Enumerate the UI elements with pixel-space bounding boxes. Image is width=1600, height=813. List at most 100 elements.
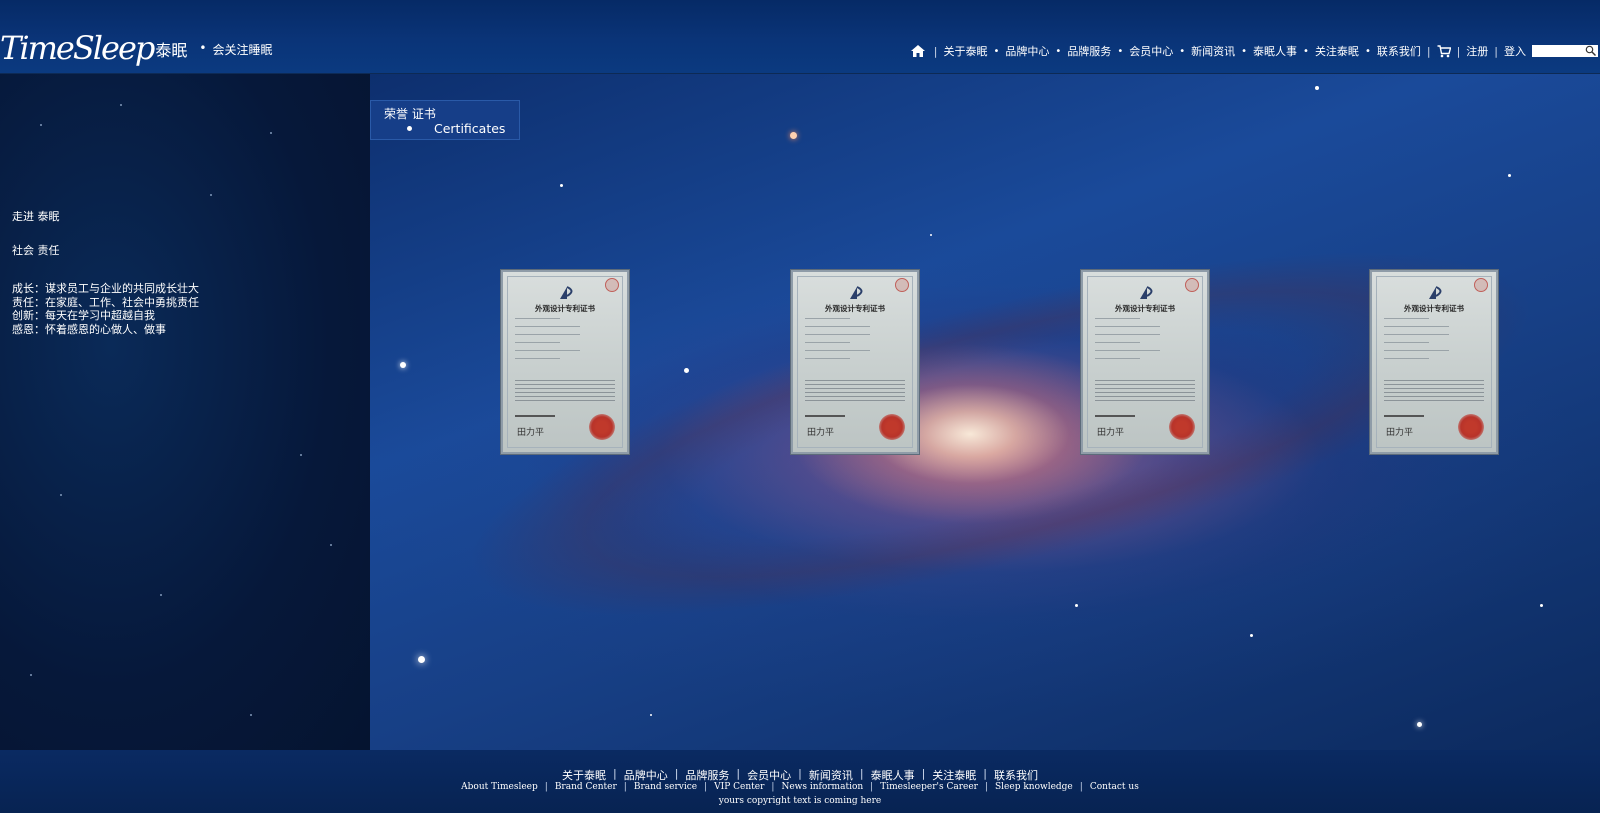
certificate-title: 外观设计专利证书: [535, 304, 595, 313]
red-seal-icon: [1458, 414, 1484, 440]
bullet-icon: [407, 126, 412, 131]
star-decoration: [330, 544, 332, 546]
site-logo[interactable]: TimeSleep 泰眠 • 会关注睡眠: [0, 30, 272, 66]
certificate-title: 外观设计专利证书: [825, 304, 885, 313]
footer-link-careers[interactable]: 泰眠人事: [871, 767, 915, 783]
certificate-signature: 田力平: [807, 428, 835, 438]
login-link[interactable]: 登入: [1504, 43, 1526, 59]
logo-chinese: 泰眠: [155, 41, 188, 60]
footer-separator: |: [736, 767, 741, 780]
value-gratitude: 感恩：怀着感恩的心做人、做事: [12, 322, 166, 336]
seal-icon: [895, 278, 909, 292]
tab-certificates[interactable]: Certificates: [407, 121, 505, 136]
nav-item-news[interactable]: 新闻资讯: [1191, 43, 1235, 59]
footer-link-news[interactable]: 新闻资讯: [809, 767, 853, 783]
footer-separator: |: [984, 782, 989, 792]
site-header: TimeSleep 泰眠 • 会关注睡眠 | 关于泰眠 • 品牌中心 • 品牌服…: [0, 0, 1600, 74]
star-decoration: [1540, 604, 1543, 607]
star-decoration: [418, 656, 425, 663]
nav-dot: •: [1303, 45, 1309, 57]
seal-icon: [1185, 278, 1199, 292]
footer-link-contact[interactable]: 联系我们: [994, 767, 1038, 783]
sidebar-link-about[interactable]: 走进 泰眠: [12, 208, 60, 224]
nav-dot: •: [1241, 45, 1248, 57]
footer-link-follow[interactable]: 关注泰眠: [932, 767, 976, 783]
patent-office-logo-icon: [850, 286, 863, 299]
nav-dot: •: [993, 45, 1000, 57]
nav-item-follow[interactable]: 关注泰眠: [1315, 43, 1359, 59]
shopping-cart-icon[interactable]: [1437, 44, 1451, 58]
nav-separator: |: [933, 44, 938, 58]
footer-link-brand-center[interactable]: 品牌中心: [624, 767, 668, 783]
value-growth: 成长：谋求员工与企业的共同成长壮大: [12, 282, 199, 295]
star-decoration: [930, 234, 932, 236]
footer-separator: |: [870, 782, 874, 792]
star-decoration: [1250, 634, 1253, 637]
footer-link-sleep-knowledge-en[interactable]: Sleep knowledge: [995, 782, 1073, 792]
footer-link-brand-center-en[interactable]: Brand Center: [555, 782, 617, 792]
footer-separator: |: [921, 767, 926, 780]
section-title: 荣誉 证书: [384, 107, 436, 121]
patent-office-logo-icon: [560, 286, 573, 299]
footer-link-brand-service-en[interactable]: Brand service: [634, 782, 697, 792]
search-icon[interactable]: [1585, 45, 1596, 56]
register-link[interactable]: 注册: [1466, 43, 1488, 59]
barcode: [1095, 415, 1135, 417]
certificate-fields: [1384, 318, 1484, 366]
nav-item-member-center[interactable]: 会员中心: [1129, 43, 1173, 59]
star-decoration: [1315, 86, 1319, 90]
footer-separator: |: [859, 767, 864, 780]
footer-separator: |: [983, 767, 988, 780]
tagline: 会关注睡眠: [212, 42, 273, 57]
footer-separator: |: [798, 767, 802, 780]
footer-separator: |: [612, 767, 617, 780]
certificate-card[interactable]: 外观设计专利证书 田力平: [1370, 270, 1498, 454]
footer-link-news-en[interactable]: News information: [781, 782, 863, 792]
sidebar-link-responsibility[interactable]: 社会 责任: [12, 242, 60, 258]
star-decoration: [60, 494, 62, 496]
barcode: [805, 415, 845, 417]
star-decoration: [1508, 174, 1511, 177]
footer-link-contact-en[interactable]: Contact us: [1090, 782, 1139, 792]
certificate-title: 外观设计专利证书: [1115, 304, 1175, 313]
footer-separator: |: [623, 782, 627, 792]
certificate-fields: [1095, 318, 1195, 366]
tab-certificates-label: Certificates: [434, 121, 506, 136]
main-nav: | 关于泰眠 • 品牌中心 • 品牌服务 • 会员中心 • 新闻资讯 • 泰眠人…: [910, 43, 1598, 59]
value-innovation: 创新：每天在学习中超越自我: [12, 309, 155, 322]
footer-nav-en: About Timesleep | Brand Center | Brand ser…: [0, 782, 1600, 792]
certificate-card[interactable]: 外观设计专利证书 田力平: [791, 270, 919, 454]
footer-link-member-center[interactable]: 会员中心: [747, 767, 791, 783]
logo-wordmark: TimeSleep: [0, 29, 155, 67]
nav-item-about[interactable]: 关于泰眠: [944, 43, 988, 59]
star-decoration: [300, 454, 302, 456]
seal-icon: [1474, 278, 1488, 292]
footer-link-about-en[interactable]: About Timesleep: [461, 782, 538, 792]
footer-link-careers-en[interactable]: Timesleeper's Career: [880, 782, 978, 792]
star-decoration: [270, 132, 272, 134]
nav-separator: |: [1426, 44, 1431, 58]
certificate-card[interactable]: 外观设计专利证书 田力平: [501, 270, 629, 454]
patent-office-logo-icon: [1429, 286, 1442, 299]
footer-link-brand-service[interactable]: 品牌服务: [685, 767, 729, 783]
certificate-body-text: [1095, 380, 1195, 404]
footer-separator: |: [544, 782, 548, 792]
footer-link-about[interactable]: 关于泰眠: [562, 767, 606, 783]
site-footer: 关于泰眠 | 品牌中心 | 品牌服务 | 会员中心 | 新闻资讯 | 泰眠人事 | 关注泰眠…: [0, 750, 1600, 813]
star-decoration: [684, 368, 689, 373]
certificate-signature: 田力平: [1097, 428, 1125, 438]
search-input[interactable]: [1532, 46, 1584, 58]
footer-separator: |: [674, 767, 679, 780]
certificate-signature: 田力平: [1386, 428, 1414, 438]
nav-item-brand-center[interactable]: 品牌中心: [1005, 43, 1049, 59]
nav-item-careers[interactable]: 泰眠人事: [1253, 43, 1297, 59]
patent-office-logo-icon: [1140, 286, 1153, 299]
star-decoration: [790, 132, 797, 139]
nav-item-brand-service[interactable]: 品牌服务: [1067, 43, 1111, 59]
nav-separator: |: [1456, 44, 1461, 58]
footer-link-vip-center-en[interactable]: VIP Center: [714, 782, 764, 792]
certificate-card[interactable]: 外观设计专利证书 田力平: [1081, 270, 1209, 454]
nav-item-contact[interactable]: 联系我们: [1377, 43, 1421, 59]
star-decoration: [250, 714, 252, 716]
home-icon[interactable]: [910, 44, 926, 58]
